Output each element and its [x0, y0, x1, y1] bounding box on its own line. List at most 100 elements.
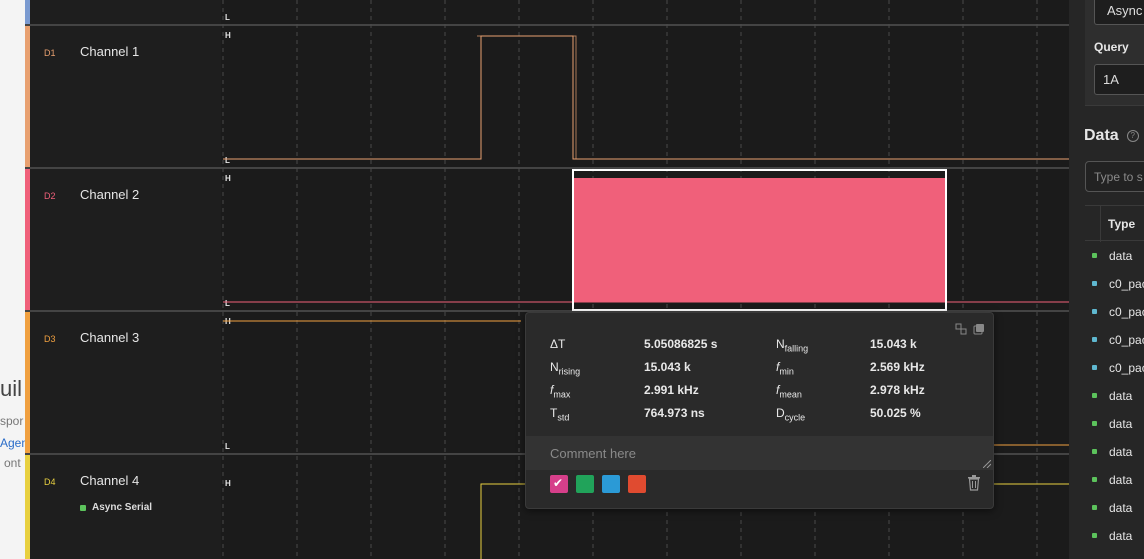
swatch-green[interactable] — [576, 475, 594, 493]
zoom-to-fit-icon[interactable] — [955, 322, 967, 335]
channel-row-partial: L — [25, 0, 1069, 26]
level-high-label: H — [225, 31, 231, 40]
table-row[interactable]: data — [1085, 493, 1144, 521]
measurement-popup[interactable]: ΔT 5.05086825 s Nfalling 15.043 k Nrisin… — [525, 312, 994, 509]
resize-handle-icon[interactable] — [983, 460, 991, 468]
table-row[interactable]: c0_pac — [1085, 325, 1144, 353]
table-row[interactable]: c0_pac — [1085, 353, 1144, 381]
row-color-dot — [1092, 505, 1097, 510]
trash-icon[interactable] — [967, 475, 981, 491]
metric-value: 50.025 % — [870, 406, 921, 420]
row-type: c0_pac — [1109, 305, 1144, 319]
background-link-fragment[interactable]: Agen — [0, 436, 25, 450]
metric-value: 5.05086825 s — [644, 337, 718, 351]
metric-label: Nfalling — [776, 337, 809, 354]
channel-label-column: D1 Channel 1 — [30, 26, 221, 167]
row-type: data — [1109, 473, 1133, 487]
row-color-dot — [1092, 281, 1097, 286]
table-row[interactable]: data — [1085, 465, 1144, 493]
background-text-fragment-2: ont — [4, 456, 21, 470]
metric-label: fmax — [550, 383, 571, 400]
row-color-dot — [1092, 449, 1097, 454]
level-high-label: H — [225, 317, 231, 326]
copy-icon[interactable] — [973, 322, 985, 335]
channel-label-column: D4 Channel 4 Async Serial — [30, 455, 221, 559]
background-heading-fragment: uil — [0, 376, 23, 401]
comment-box — [526, 436, 993, 470]
table-row[interactable]: data — [1085, 381, 1144, 409]
row-color-dot — [1092, 477, 1097, 482]
swatch-blue[interactable] — [602, 475, 620, 493]
analyzer-tag-label: Async Serial — [92, 502, 153, 513]
popup-actions — [955, 322, 985, 335]
metric-label: Tstd — [550, 406, 570, 423]
swatch-red[interactable] — [628, 475, 646, 493]
data-search-input[interactable] — [1085, 161, 1144, 192]
waveform-area[interactable] — [221, 26, 1069, 167]
row-color-dot — [1092, 253, 1097, 258]
table-row[interactable]: data — [1085, 521, 1144, 549]
metric-label: Dcycle — [776, 406, 806, 423]
analyzer-color-dot — [80, 504, 86, 511]
table-row[interactable]: data — [1085, 409, 1144, 437]
column-divider[interactable] — [1100, 206, 1101, 242]
background-text-fragment: spor — [0, 414, 24, 428]
channel-label-column — [30, 0, 221, 24]
measurement-stats: ΔT 5.05086825 s Nfalling 15.043 k Nrisin… — [550, 337, 970, 429]
swatch-pink[interactable]: ✔ — [550, 475, 568, 493]
channel-id: D4 — [44, 477, 56, 487]
row-type: data — [1109, 249, 1133, 263]
data-table: Type data c0_pac c0_pac c0_pac c0_pac da… — [1085, 205, 1144, 549]
waveform-area[interactable] — [221, 169, 1069, 310]
metric-value: 764.973 ns — [644, 406, 705, 420]
row-type: c0_pac — [1109, 361, 1144, 375]
metric-value: 2.978 kHz — [870, 383, 925, 397]
channel-name[interactable]: Channel 4 — [80, 473, 139, 488]
metric-value: 15.043 k — [870, 337, 917, 351]
metric-label: fmean — [776, 383, 802, 400]
row-type: data — [1109, 389, 1133, 403]
level-low-label: L — [225, 442, 230, 451]
metric-label: fmin — [776, 360, 794, 377]
channel-name[interactable]: Channel 3 — [80, 330, 139, 345]
metric-value: 2.991 kHz — [644, 383, 699, 397]
channel-row-d1[interactable]: D1 Channel 1 H L — [25, 26, 1069, 169]
level-low-label: L — [225, 13, 230, 22]
analyzer-select[interactable]: Async — [1094, 0, 1144, 25]
column-header-type[interactable]: Type — [1108, 217, 1135, 231]
color-swatches: ✔ — [550, 475, 646, 493]
level-low-label: L — [225, 299, 230, 308]
table-row[interactable]: c0_pac — [1085, 297, 1144, 325]
row-color-dot — [1092, 421, 1097, 426]
table-row[interactable]: c0_pac — [1085, 269, 1144, 297]
channel-label-column: D2 Channel 2 — [30, 169, 221, 310]
query-input[interactable]: 1A — [1094, 64, 1144, 95]
analyzer-tag[interactable]: Async Serial — [80, 502, 152, 513]
table-row[interactable]: data — [1085, 437, 1144, 465]
comment-input[interactable] — [526, 436, 993, 470]
row-color-dot — [1092, 337, 1097, 342]
row-type: data — [1109, 417, 1133, 431]
metric-value: 15.043 k — [644, 360, 691, 374]
help-icon[interactable]: ? — [1126, 130, 1139, 142]
row-type: c0_pac — [1109, 333, 1144, 347]
level-low-label: L — [225, 156, 230, 165]
channel-row-d2[interactable]: D2 Channel 2 H L — [25, 169, 1069, 312]
row-type: data — [1109, 501, 1133, 515]
channel-id: D1 — [44, 48, 56, 58]
query-label: Query — [1094, 40, 1129, 54]
channel-name[interactable]: Channel 1 — [80, 44, 139, 59]
measurement-row: Nrising 15.043 k fmin 2.569 kHz — [550, 360, 970, 383]
row-type: c0_pac — [1109, 277, 1144, 291]
right-sidebar: Async Query 1A Data ? Type data c0_pac c… — [1069, 0, 1144, 559]
measurement-row: fmax 2.991 kHz fmean 2.978 kHz — [550, 383, 970, 406]
row-color-dot — [1092, 393, 1097, 398]
data-title: Data — [1084, 127, 1119, 144]
waveform-area[interactable] — [221, 0, 1069, 24]
measurement-row: Tstd 764.973 ns Dcycle 50.025 % — [550, 406, 970, 429]
metric-label: ΔT — [550, 337, 566, 351]
channel-name[interactable]: Channel 2 — [80, 187, 139, 202]
channel-id: D3 — [44, 334, 56, 344]
row-color-dot — [1092, 309, 1097, 314]
table-row[interactable]: data — [1085, 241, 1144, 269]
